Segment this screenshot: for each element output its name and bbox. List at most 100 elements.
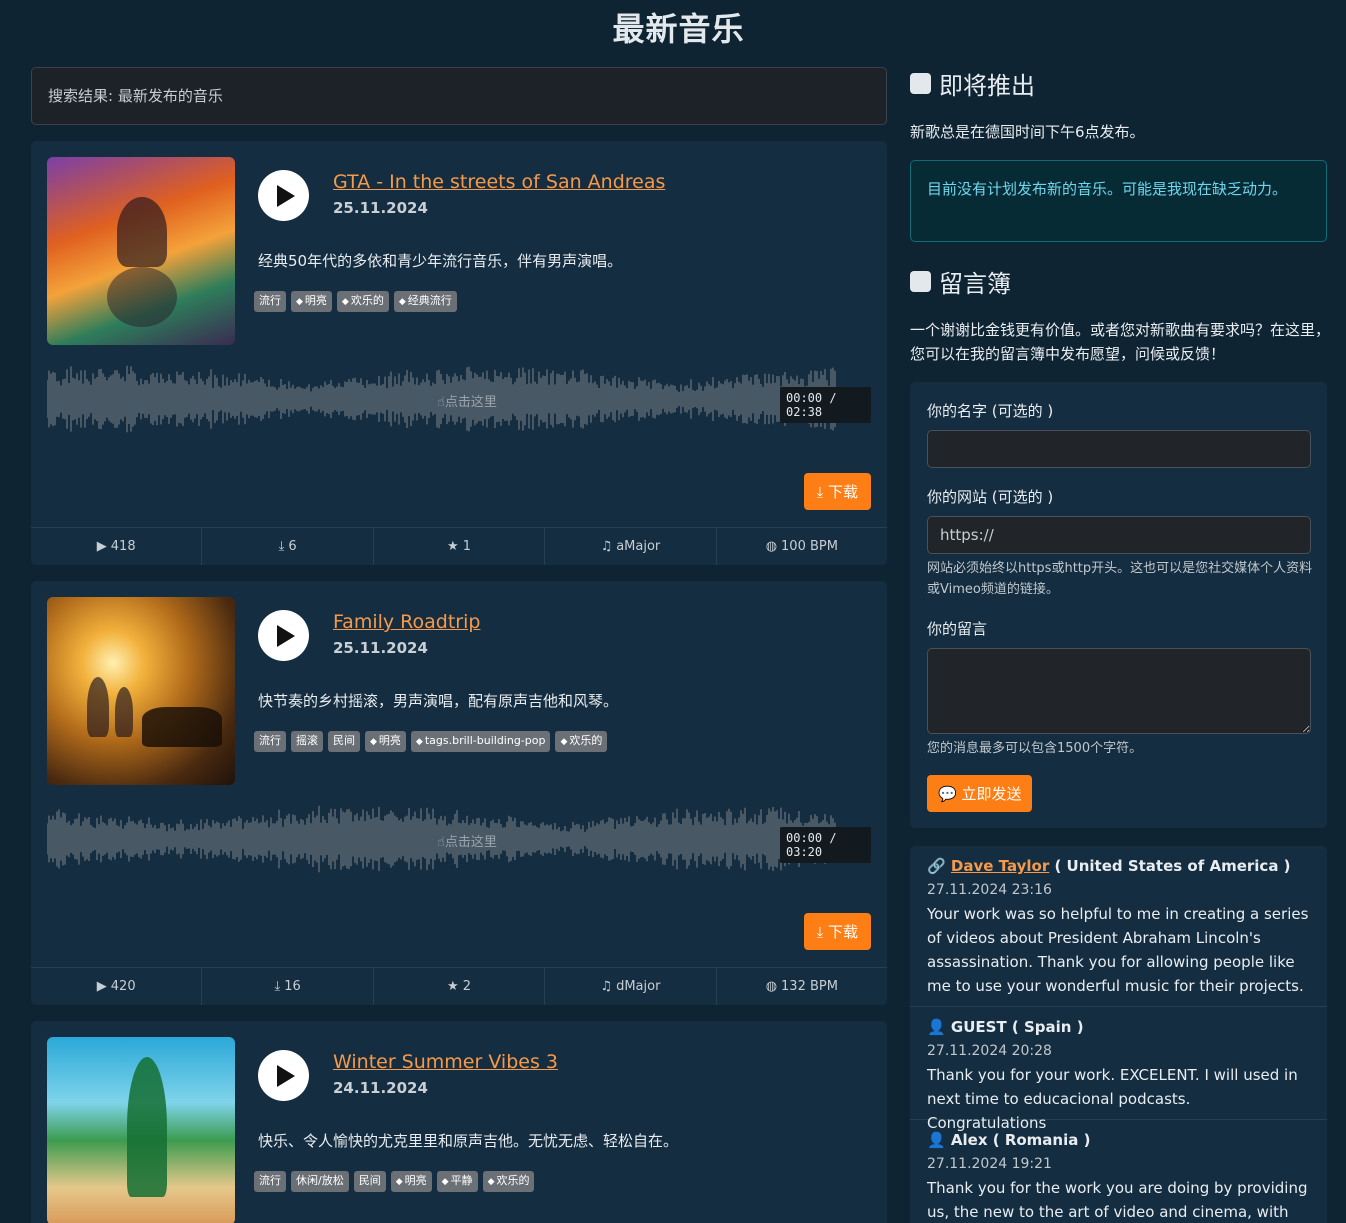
cover-image[interactable] [47, 157, 235, 345]
song-bpm: ◍ 100 BPM [765, 539, 838, 554]
play-icon [277, 1064, 295, 1087]
download-count: ⤓ 6 [202, 528, 374, 565]
tag-list: 流行 休闲/放松 民间 ◆ 明亮 ◆ 平静 ◆ 欢乐的 [254, 1171, 535, 1192]
guestbook-country: ( Romania ) [987, 1131, 1091, 1149]
song-title-link[interactable]: GTA - In the streets of San Andreas [333, 171, 665, 193]
tag-badge[interactable]: ◆ 平静 [436, 1171, 478, 1192]
song-stats: ▶ 420 ⤓ 16 ★ 2 ♫ dMajor ◍ 132 BPM [31, 967, 887, 1005]
guestbook-author: GUEST [950, 1018, 1007, 1036]
tag-badge[interactable]: 民间 [328, 731, 360, 752]
tag-badge[interactable]: 流行 [254, 291, 286, 312]
tag-icon: ◆ [370, 737, 377, 747]
search-result-bar: 搜索结果: 最新发布的音乐 [31, 67, 887, 125]
tag-icon: ◆ [560, 737, 568, 747]
download-count: ⤓ 16 [202, 968, 374, 1005]
tag-badge[interactable]: 流行 [254, 731, 286, 752]
play-count: ▶ 418 [31, 528, 203, 565]
guestbook-entry: 👤 GUEST ( Spain ) 27.11.2024 20:28 Thank… [910, 1015, 1327, 1132]
guestbook-text: Thank you for the work you are doing by … [927, 1179, 1308, 1221]
star-icon: ★ [447, 979, 459, 994]
cover-image[interactable] [47, 597, 235, 785]
tag-icon: ◆ [441, 1177, 449, 1187]
tag-badge[interactable]: ◆ 欢乐的 [336, 291, 389, 312]
song-description: 快乐、令人愉快的尤克里里和原声吉他。无忧无虑、轻松自在。 [258, 1132, 679, 1150]
drum-icon: ◍ [765, 979, 778, 994]
song-card: GTA - In the streets of San Andreas 25.1… [31, 141, 887, 565]
song-title-link[interactable]: Winter Summer Vibes 3 [333, 1051, 558, 1073]
tag-badge[interactable]: ◆ 明亮 [390, 1171, 432, 1192]
message-help: 您的消息最多可以包含1500个字符。 [927, 741, 1143, 756]
page-title: 最新音乐 [612, 10, 745, 48]
guestbook-text: Your work was so helpful to me in creati… [927, 905, 1309, 995]
star-count[interactable]: ★ 1 [374, 528, 546, 565]
time-display: 00:00 / 02:38 [780, 387, 871, 423]
click-hint: ☝点击这里 [437, 835, 497, 850]
song-title-link[interactable]: Family Roadtrip [333, 611, 480, 633]
guestbook-author-link[interactable]: Dave Taylor [951, 857, 1049, 875]
play-icon [277, 624, 295, 647]
tag-badge[interactable]: ◆ 明亮 [365, 731, 406, 752]
cover-image[interactable] [47, 1037, 235, 1223]
guestbook-author: Alex [950, 1131, 988, 1149]
download-icon: ⤓ [278, 539, 285, 554]
guestbook-country: ( United States of America ) [1049, 857, 1291, 875]
tag-icon: ◆ [398, 297, 406, 307]
play-icon: ▶ [96, 979, 107, 994]
link-icon: 🔗 [927, 857, 951, 875]
song-description: 快节奏的乡村摇滚，男声演唱，配有原声吉他和风琴。 [258, 692, 619, 710]
song-card: Family Roadtrip 25.11.2024 快节奏的乡村摇滚，男声演唱… [31, 581, 887, 1005]
tag-badge[interactable]: 流行 [254, 1171, 286, 1192]
tag-badge[interactable]: ◆ 欢乐的 [555, 731, 608, 752]
song-key: ♫ dMajor [545, 968, 717, 1005]
guestbook-entries: 🔗 Dave Taylor ( United States of America… [910, 846, 1327, 1223]
download-button[interactable]: ⤓ 下载 [803, 473, 871, 510]
play-button[interactable] [258, 170, 309, 221]
guestbook-heading: 留言簿 [910, 264, 1011, 299]
tag-badge[interactable]: ◆ 经典流行 [393, 291, 457, 312]
name-input[interactable] [927, 430, 1311, 468]
song-card: Winter Summer Vibes 3 24.11.2024 快乐、令人愉快… [31, 1021, 887, 1223]
play-button[interactable] [258, 1050, 309, 1101]
star-count[interactable]: ★ 2 [374, 968, 546, 1005]
name-label: 你的名字 (可选的 ) [927, 402, 1054, 420]
tag-icon: ◆ [341, 297, 349, 307]
guestbook-form: 你的名字 (可选的 ) 你的网站 (可选的 ) 网站必须始终以https或htt… [910, 382, 1327, 828]
website-help: 网站必须始终以https或http开头。这也可以是您社交媒体个人资料或Vimeo… [927, 561, 1313, 597]
tag-icon: ◆ [415, 737, 423, 747]
guestbook-text: Thank you for your work. EXCELENT. I wil… [927, 1066, 1298, 1132]
guestbook-date: 27.11.2024 20:28 [927, 1043, 1052, 1059]
square-icon [910, 271, 931, 292]
tag-list: 流行 ◆ 明亮 ◆ 欢乐的 ◆ 经典流行 [254, 291, 457, 312]
song-date: 25.11.2024 [333, 199, 428, 217]
song-date: 24.11.2024 [333, 1079, 428, 1097]
music-note-icon: ♫ [600, 539, 613, 554]
guestbook-entry: 👤 Alex ( Romania ) 27.11.2024 19:21 Than… [910, 1128, 1327, 1223]
message-textarea[interactable] [927, 648, 1311, 734]
time-display: 00:00 / 03:20 [780, 827, 871, 863]
guestbook-date: 27.11.2024 19:21 [927, 1156, 1052, 1172]
tag-icon: ◆ [395, 1177, 403, 1187]
song-key: ♫ aMajor [545, 528, 717, 565]
upcoming-text: 新歌总是在德国时间下午6点发布。 [910, 123, 1145, 141]
tag-badge[interactable]: 摇滚 [291, 731, 323, 752]
tag-badge[interactable]: 民间 [353, 1171, 386, 1192]
tag-badge[interactable]: ◆ 明亮 [291, 291, 332, 312]
square-icon [910, 73, 931, 94]
music-note-icon: ♫ [600, 979, 613, 994]
send-button[interactable]: 💬 立即发送 [927, 775, 1033, 812]
user-icon: 👤 [927, 1018, 951, 1036]
guestbook-intro: 一个谢谢比金钱更有价值。或者您对新歌曲有要求吗？在这里，您可以在我的留言簿中发布… [910, 321, 1331, 363]
tag-badge[interactable]: ◆ 欢乐的 [482, 1171, 535, 1192]
waveform[interactable]: ☝点击这里 00:00 / 03:20 [47, 799, 871, 883]
play-button[interactable] [258, 610, 309, 661]
tag-badge[interactable]: ◆ tags.brill-building-pop [410, 731, 551, 752]
download-button[interactable]: ⤓ 下载 [803, 913, 871, 950]
message-label: 你的留言 [927, 620, 988, 638]
waveform[interactable]: ☝点击这里 00:00 / 02:38 [47, 359, 871, 443]
play-icon [277, 184, 295, 207]
website-input[interactable] [927, 516, 1311, 554]
guestbook-date: 27.11.2024 23:16 [927, 882, 1052, 898]
tag-badge[interactable]: 休闲/放松 [291, 1171, 349, 1192]
song-description: 经典50年代的多依和青少年流行音乐，伴有男声演唱。 [258, 252, 623, 270]
song-bpm: ◍ 132 BPM [765, 979, 838, 994]
